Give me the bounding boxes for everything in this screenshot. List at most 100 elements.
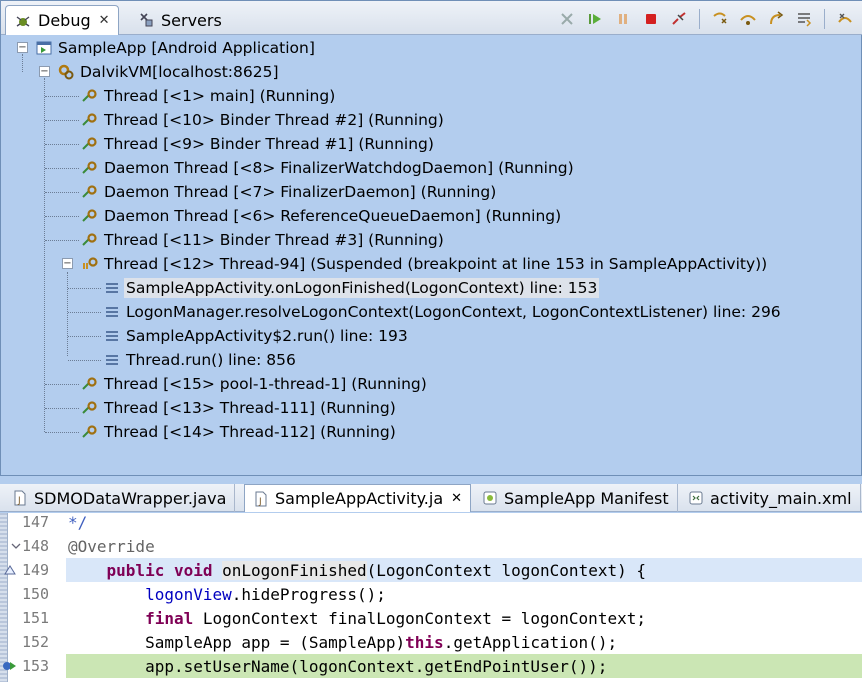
tree-item-label: Thread [<14> Thread-112] (Running) bbox=[104, 423, 396, 441]
tree-line bbox=[45, 384, 79, 385]
tree-item-label: DalvikVM[localhost:8625] bbox=[80, 63, 279, 81]
tree-item-thread[interactable]: Thread [<10> Binder Thread #2] (Running) bbox=[81, 108, 444, 132]
toolbar-separator bbox=[824, 9, 825, 29]
use-step-filters-icon[interactable] bbox=[833, 8, 857, 30]
tree-item-thread[interactable]: Thread [<13> Thread-111] (Running) bbox=[81, 396, 396, 420]
code-line[interactable]: 147 */ bbox=[0, 510, 862, 534]
disconnect-icon[interactable] bbox=[667, 8, 691, 30]
tree-item-thread[interactable]: Thread [<11> Binder Thread #3] (Running) bbox=[81, 228, 444, 252]
line-number: 153 bbox=[22, 657, 50, 675]
breakpoint-marker-icon[interactable] bbox=[2, 658, 18, 674]
debug-view: Debug ✕ Servers − SampleApp [Android App… bbox=[0, 0, 862, 476]
step-over-icon[interactable] bbox=[736, 8, 760, 30]
tree-item-thread[interactable]: Daemon Thread [<8> FinalizerWatchdogDaem… bbox=[81, 156, 574, 180]
stack-frame-label: SampleAppActivity$2.run() line: 193 bbox=[126, 327, 408, 345]
tab-debug-label: Debug bbox=[38, 11, 91, 30]
code-line[interactable]: 151 final LogonContext finalLogonContext… bbox=[0, 606, 862, 630]
code-editor[interactable]: 147 */ 148 @Override 149 public void onLogon… bbox=[0, 513, 862, 682]
tree-item-debug-target[interactable]: DalvikVM[localhost:8625] bbox=[57, 60, 279, 84]
tree-line bbox=[68, 336, 101, 337]
tree-line bbox=[45, 240, 79, 241]
code-line[interactable]: 149 public void onLogonFinished(LogonCon… bbox=[0, 558, 862, 582]
editor-tab-label: SampleApp Manifest bbox=[504, 488, 669, 508]
code-text: @Override bbox=[68, 536, 155, 556]
tree-item-thread[interactable]: Thread [<15> pool-1-thread-1] (Running) bbox=[81, 372, 427, 396]
tree-item-thread-suspended[interactable]: Thread [<12> Thread-94] (Suspended (brea… bbox=[81, 252, 767, 276]
code-line[interactable]: 153 app.setUserName(logonContext.getEndP… bbox=[0, 654, 862, 678]
svg-text:J: J bbox=[258, 497, 262, 507]
thread-running-icon bbox=[81, 87, 99, 105]
tree-item-thread[interactable]: Daemon Thread [<7> FinalizerDaemon] (Run… bbox=[81, 180, 496, 204]
tree-line bbox=[68, 288, 101, 289]
code-line[interactable]: 152 SampleApp app = (SampleApp)this.getA… bbox=[0, 630, 862, 654]
stack-frame-item[interactable]: Thread.run() line: 856 bbox=[103, 348, 296, 372]
collapse-toggle[interactable]: − bbox=[62, 258, 73, 269]
collapse-toggle[interactable]: − bbox=[17, 42, 28, 53]
svg-text:J: J bbox=[17, 496, 21, 506]
thread-suspended-icon bbox=[81, 255, 99, 273]
stack-frame-item[interactable]: SampleAppActivity$2.run() line: 193 bbox=[103, 324, 408, 348]
debug-toolbar bbox=[555, 7, 857, 31]
line-number: 150 bbox=[22, 585, 50, 603]
editor-tab-manifest[interactable]: SampleApp Manifest bbox=[474, 484, 678, 512]
remove-terminated-icon[interactable] bbox=[555, 8, 579, 30]
stack-frame-icon bbox=[103, 351, 121, 369]
close-icon[interactable]: ✕ bbox=[99, 13, 110, 28]
debug-tree: − SampleApp [Android Application] − Dalv… bbox=[1, 36, 861, 476]
tree-item-label: Thread [<11> Binder Thread #3] (Running) bbox=[104, 231, 444, 249]
code-text: final LogonContext finalLogonContext = l… bbox=[145, 608, 646, 628]
step-into-icon[interactable] bbox=[708, 8, 732, 30]
tree-item-label: Daemon Thread [<8> FinalizerWatchdogDaem… bbox=[104, 159, 574, 177]
code-text: public void onLogonFinished(LogonContext… bbox=[106, 560, 646, 580]
thread-running-icon bbox=[81, 423, 99, 441]
tree-line bbox=[45, 120, 79, 121]
step-return-icon[interactable] bbox=[764, 8, 788, 30]
tree-item-label: Thread [<15> pool-1-thread-1] (Running) bbox=[104, 375, 427, 393]
android-manifest-icon bbox=[482, 490, 498, 506]
code-line[interactable]: 148 @Override bbox=[0, 534, 862, 558]
editor-tab-sdmodatawrapper[interactable]: J SDMODataWrapper.java bbox=[4, 484, 236, 512]
launch-icon bbox=[35, 39, 53, 57]
editor-tab-activity-main[interactable]: activity_main.xml bbox=[680, 484, 861, 512]
thread-running-icon bbox=[81, 135, 99, 153]
stack-frame-label: LogonManager.resolveLogonContext(LogonCo… bbox=[126, 303, 781, 321]
tree-line bbox=[68, 312, 101, 313]
resume-icon[interactable] bbox=[583, 8, 607, 30]
tree-line bbox=[45, 432, 79, 433]
stack-frame-item[interactable]: LogonManager.resolveLogonContext(LogonCo… bbox=[103, 300, 781, 324]
thread-running-icon bbox=[81, 399, 99, 417]
editor-tab-label: SDMODataWrapper.java bbox=[34, 488, 227, 508]
tree-item-thread[interactable]: Daemon Thread [<6> ReferenceQueueDaemon]… bbox=[81, 204, 561, 228]
tree-item-launch[interactable]: SampleApp [Android Application] bbox=[35, 36, 315, 60]
suspend-icon[interactable] bbox=[611, 8, 635, 30]
tab-servers-label: Servers bbox=[161, 10, 222, 30]
editor-tab-label: SampleAppActivity.ja bbox=[275, 489, 444, 508]
thread-running-icon bbox=[81, 159, 99, 177]
code-text: logonView.hideProgress(); bbox=[145, 584, 386, 604]
tab-debug[interactable]: Debug ✕ bbox=[5, 5, 119, 35]
tree-line bbox=[45, 408, 79, 409]
line-number: 148 bbox=[22, 537, 50, 555]
code-line[interactable]: 150 logonView.hideProgress(); bbox=[0, 582, 862, 606]
collapse-toggle[interactable]: − bbox=[39, 66, 50, 77]
stack-frame-label: SampleAppActivity.onLogonFinished(LogonC… bbox=[124, 278, 600, 298]
editor-tab-sampleappactivity[interactable]: J SampleAppActivity.ja ✕ bbox=[244, 484, 472, 512]
drop-to-frame-icon[interactable] bbox=[792, 8, 816, 30]
servers-icon bbox=[137, 11, 155, 29]
tree-item-thread[interactable]: Thread [<14> Thread-112] (Running) bbox=[81, 420, 396, 444]
debug-target-icon bbox=[57, 63, 75, 81]
editor-tabbar: J SDMODataWrapper.java J SampleAppActivi… bbox=[0, 484, 862, 512]
tree-line bbox=[22, 54, 23, 72]
code-text: */ bbox=[68, 512, 88, 532]
stack-frame-label: Thread.run() line: 856 bbox=[126, 351, 296, 369]
tree-item-label: SampleApp [Android Application] bbox=[58, 39, 315, 57]
tab-servers[interactable]: Servers bbox=[129, 5, 230, 35]
tree-item-thread[interactable]: Thread [<9> Binder Thread #1] (Running) bbox=[81, 132, 434, 156]
tree-item-thread[interactable]: Thread [<1> main] (Running) bbox=[81, 84, 335, 108]
code-text: app.setUserName(logonContext.getEndPoint… bbox=[68, 656, 608, 676]
tree-line bbox=[45, 168, 79, 169]
stack-frame-item[interactable]: SampleAppActivity.onLogonFinished(LogonC… bbox=[103, 276, 600, 300]
terminate-icon[interactable] bbox=[639, 8, 663, 30]
close-icon[interactable]: ✕ bbox=[451, 491, 462, 506]
thread-running-icon bbox=[81, 231, 99, 249]
